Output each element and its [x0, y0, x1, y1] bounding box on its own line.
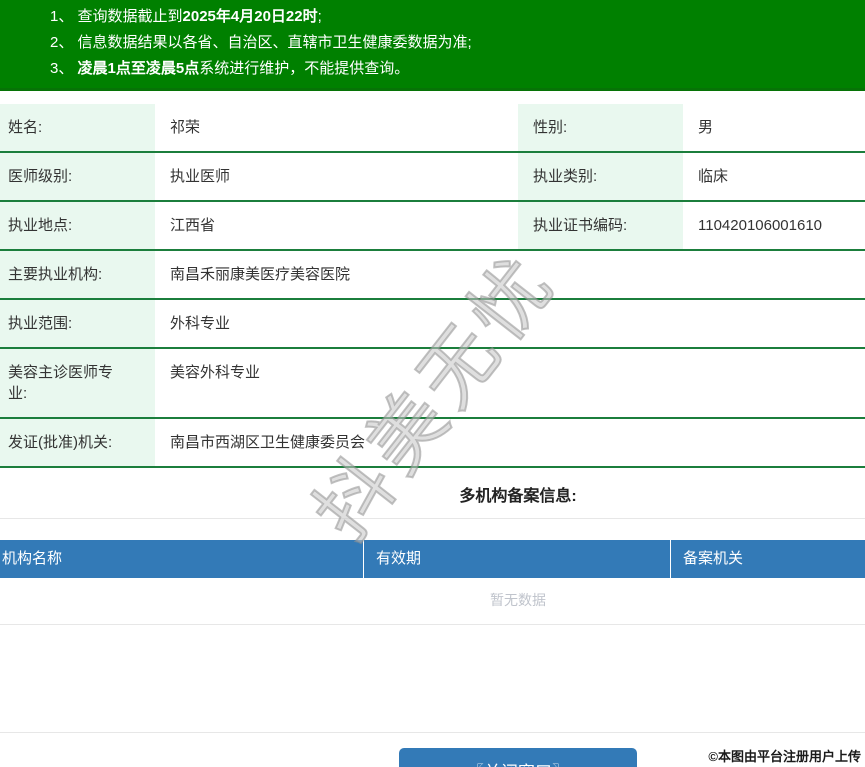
field-label-cosmetic-specialty: 美容主诊医师专业:	[0, 349, 155, 417]
field-label-issuing-authority: 发证(批准)机关:	[0, 419, 155, 466]
field-value-doctor-level: 执业医师	[170, 168, 231, 185]
page-container: 1、 查询数据截止到2025年4月20日22时; 2、 信息数据结果以各省、自治…	[0, 0, 865, 767]
field-value-cosmetic-specialty: 美容外科专业	[170, 364, 261, 381]
notice-text: 3、	[50, 60, 78, 77]
table-row-location-cert: 执业地点: 江西省 执业证书编码: 110420106001610	[0, 202, 865, 251]
empty-data-text: 暂无数据	[490, 592, 546, 608]
field-label-practice-scope: 执业范围:	[0, 300, 155, 347]
field-label-main-institution: 主要执业机构:	[0, 251, 155, 298]
field-label-name: 姓名:	[0, 104, 155, 151]
field-value-practice-scope: 外科专业	[170, 315, 231, 332]
field-value-practice-location: 江西省	[170, 217, 216, 234]
field-value-name: 祁荣	[170, 119, 201, 136]
notice-text: 1、 查询数据截止到	[50, 8, 183, 25]
practitioner-info-table: 姓名: 祁荣 性别: 男 医师级别: 执业医师 执业类别: 临床 执业地点: 江…	[0, 104, 865, 468]
notice-text-bold: 凌晨1点至凌晨5点	[77, 60, 200, 77]
table-row-main-institution: 主要执业机构: 南昌禾丽康美医疗美容医院	[0, 251, 865, 300]
table-row-cosmetic-specialty: 美容主诊医师专业: 美容外科专业	[0, 349, 865, 419]
field-label-certificate-number: 执业证书编码:	[518, 202, 683, 249]
field-label-doctor-level: 医师级别:	[0, 153, 155, 200]
notice-line-3: 3、 凌晨1点至凌晨5点系统进行维护，不能提供查询。	[0, 56, 865, 82]
field-value-main-institution: 南昌禾丽康美医疗美容医院	[170, 266, 351, 283]
column-header-org-name: 机构名称	[2, 550, 63, 567]
notice-line-1: 1、 查询数据截止到2025年4月20日22时;	[0, 4, 865, 30]
notice-text: 系统进行维护，不能提供查询。	[199, 60, 410, 77]
notice-banner: 1、 查询数据截止到2025年4月20日22时; 2、 信息数据结果以各省、自治…	[0, 0, 865, 91]
notice-text: ;	[317, 8, 322, 25]
field-label-practice-category: 执业类别:	[518, 153, 683, 200]
field-value-practice-category: 临床	[698, 168, 729, 185]
field-label-practice-location: 执业地点:	[0, 202, 155, 249]
multi-org-section-title: 多机构备案信息:	[459, 488, 577, 505]
multi-org-table-header: 机构名称 有效期 备案机关	[0, 540, 865, 578]
divider	[0, 518, 865, 519]
column-header-valid-period: 有效期	[363, 540, 670, 578]
column-header-filing-authority: 备案机关	[670, 540, 865, 578]
table-row-name-gender: 姓名: 祁荣 性别: 男	[0, 104, 865, 153]
table-row-practice-scope: 执业范围: 外科专业	[0, 300, 865, 349]
table-row-level-category: 医师级别: 执业医师 执业类别: 临床	[0, 153, 865, 202]
query-result-window: 1、 查询数据截止到2025年4月20日22时; 2、 信息数据结果以各省、自治…	[0, 0, 865, 767]
copyright-watermark: ©本图由平台注册用户上传	[708, 749, 861, 764]
close-window-button[interactable]: 〖关闭窗口〗	[399, 748, 637, 767]
table-row-issuing-authority: 发证(批准)机关: 南昌市西湖区卫生健康委员会	[0, 419, 865, 468]
field-label-gender: 性别:	[518, 104, 683, 151]
field-value-certificate-number: 110420106001610	[698, 217, 823, 234]
notice-line-2: 2、 信息数据结果以各省、自治区、直辖市卫生健康委数据为准;	[0, 30, 865, 56]
notice-text: 2、 信息数据结果以各省、自治区、直辖市卫生健康委数据为准;	[50, 34, 472, 51]
field-value-gender: 男	[698, 119, 714, 136]
field-value-issuing-authority: 南昌市西湖区卫生健康委员会	[170, 434, 366, 451]
divider	[0, 732, 865, 733]
notice-text-bold: 2025年4月20日22时	[182, 8, 318, 25]
